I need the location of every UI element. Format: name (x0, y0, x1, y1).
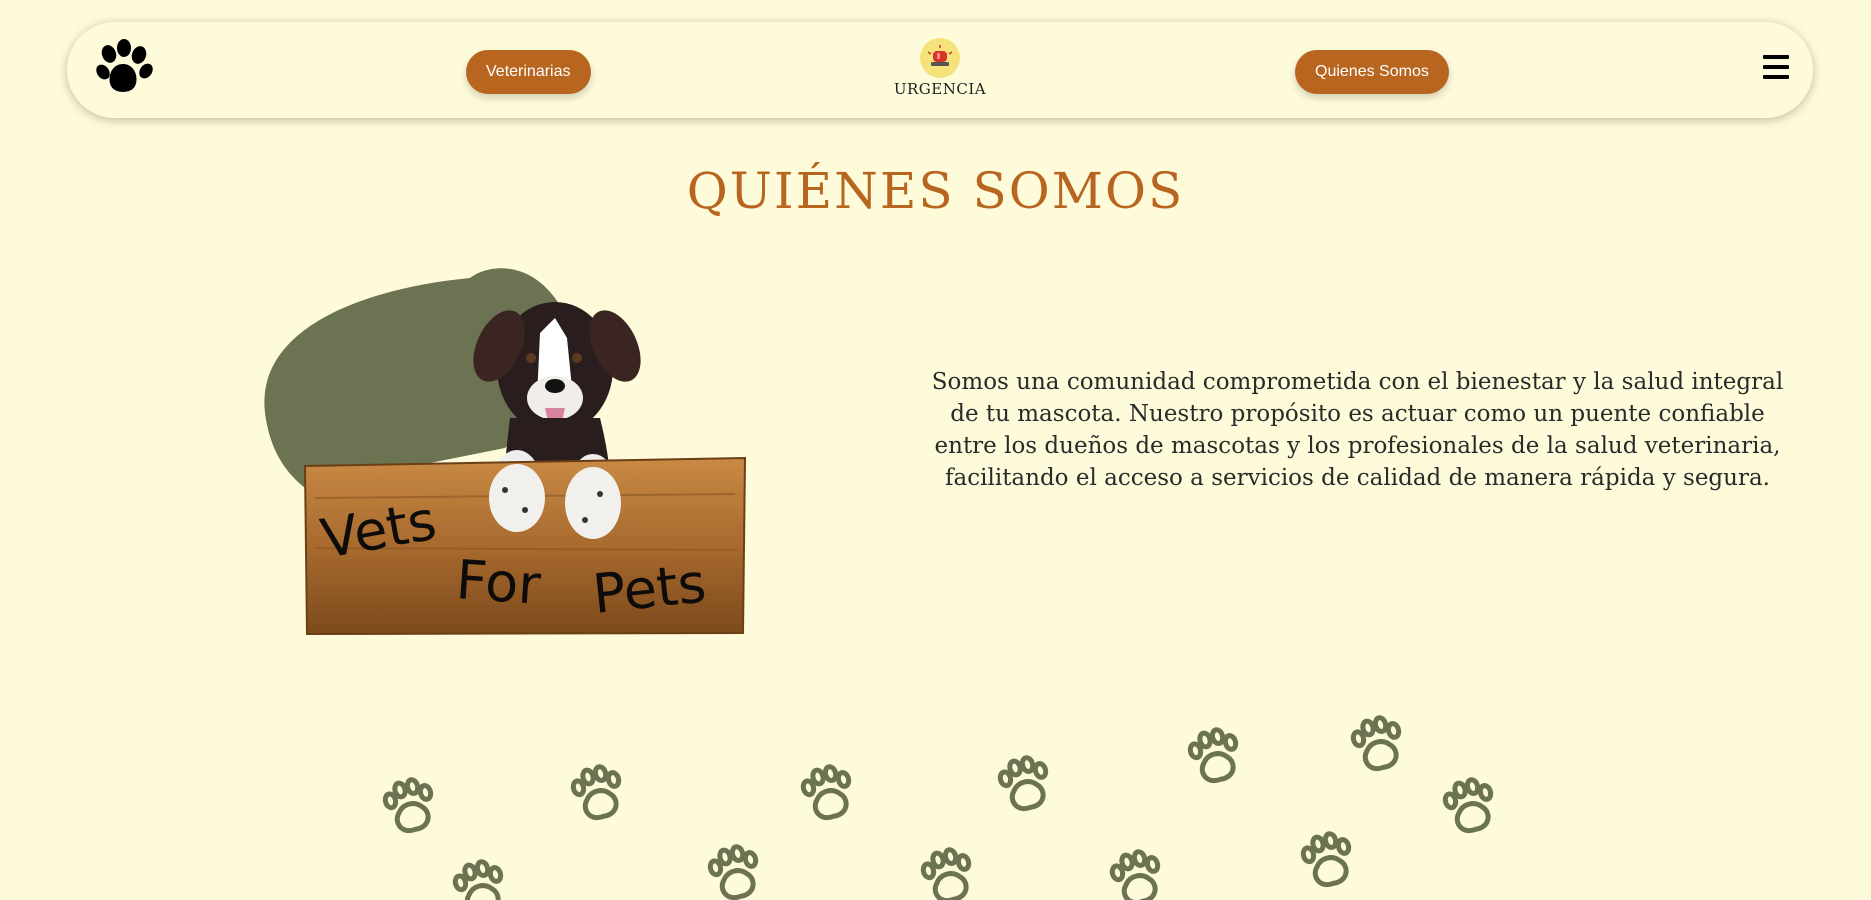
paw-print-icon (800, 763, 857, 822)
page: Veterinarias URGENCIA Quienes Somos QUIÉ… (0, 0, 1871, 900)
siren-icon (920, 38, 960, 78)
veterinarias-button[interactable]: Veterinarias (466, 50, 591, 94)
hamburger-menu-icon[interactable] (1763, 55, 1789, 83)
paw-icon[interactable] (93, 38, 153, 98)
paw-print-icon (997, 754, 1054, 813)
urgency-label: URGENCIA (893, 80, 987, 98)
navbar: Veterinarias URGENCIA Quienes Somos (67, 22, 1813, 118)
paw-print-icon (452, 858, 509, 900)
paw-print-icon (707, 843, 764, 900)
quienes-somos-button[interactable]: Quienes Somos (1295, 50, 1449, 94)
sign-text-for: For (454, 548, 543, 617)
paw-print-icon (1109, 848, 1166, 900)
page-title: QUIÉNES SOMOS (686, 162, 1185, 220)
about-description: Somos una comunidad comprometida con el … (931, 369, 1784, 491)
paw-print-icon (1187, 726, 1244, 785)
paw-print-icon (382, 776, 439, 835)
paw-print-icon (570, 763, 627, 822)
urgency-button[interactable]: URGENCIA (875, 38, 1005, 108)
paw-print-icon (1300, 830, 1357, 889)
paw-print-icon (920, 846, 977, 900)
paw-print-icon (1442, 776, 1499, 835)
vets-for-pets-illustration: Vets For Pets (264, 268, 747, 636)
sign-text-pets: Pets (590, 551, 709, 625)
paw-print-icon (1350, 714, 1407, 773)
